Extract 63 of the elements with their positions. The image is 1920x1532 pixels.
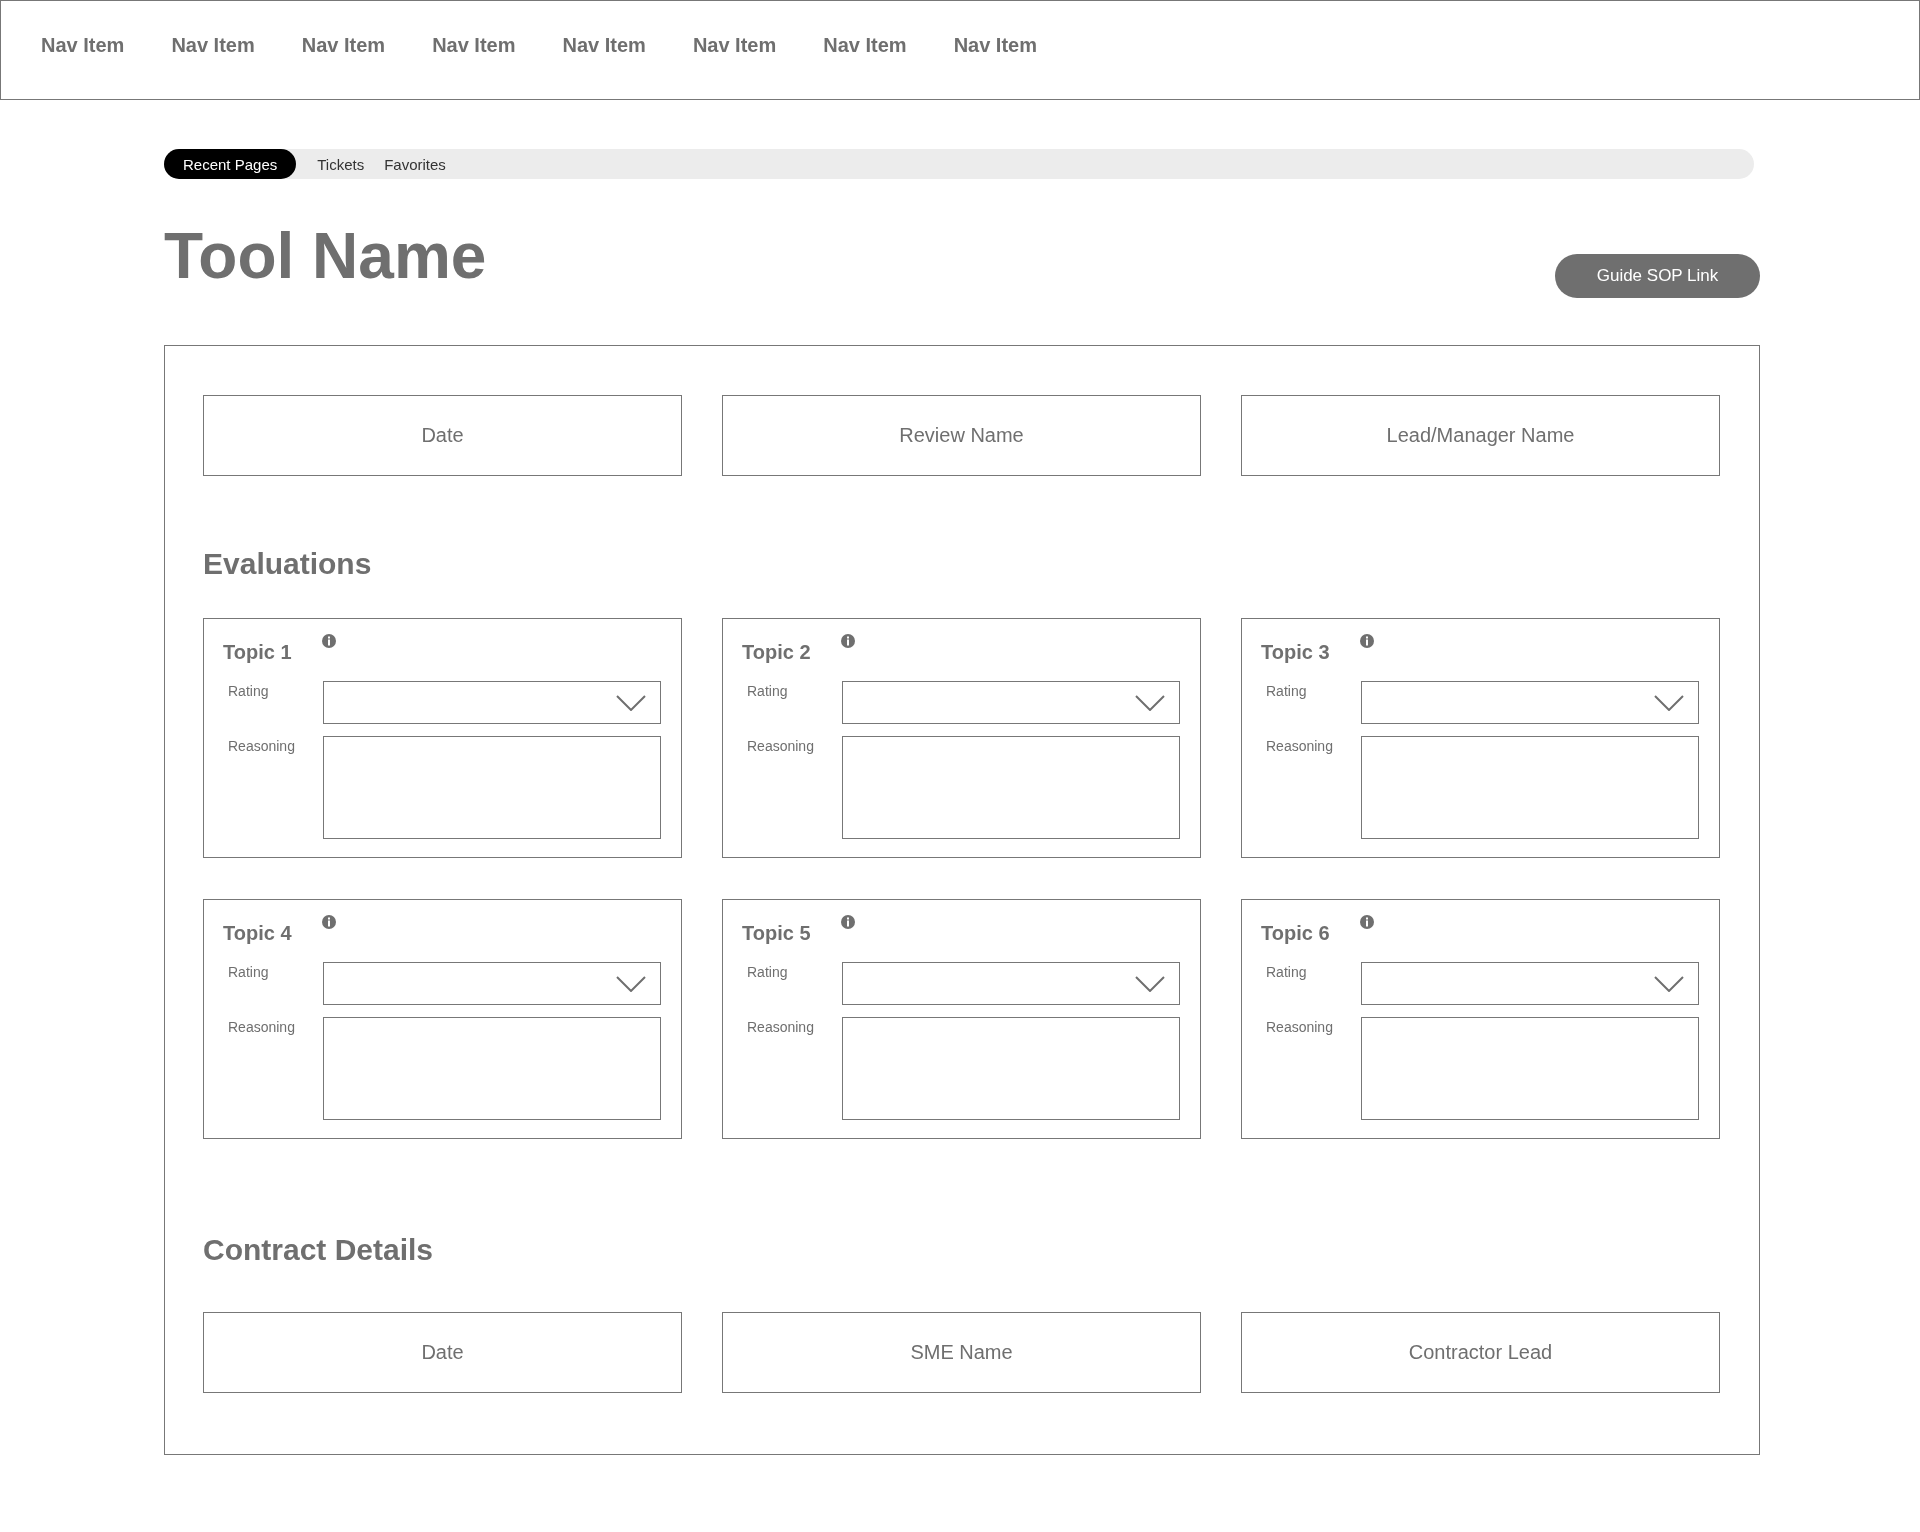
field-label: Rating [1265,682,1308,701]
rating-dropdown[interactable] [1361,681,1699,724]
nav-link[interactable]: Nav Item [692,33,777,57]
input-field[interactable]: Date [203,1312,682,1393]
nav-link[interactable]: Nav Item [41,33,125,57]
info-icon[interactable] [322,634,336,648]
reasoning-field[interactable] [1361,736,1699,839]
field-label: Reasoning [227,1018,296,1037]
reasoning-field[interactable] [323,1017,661,1120]
input-field[interactable]: Contractor Lead [1241,1312,1720,1393]
input-field[interactable]: Date [203,395,682,476]
page-title: Tool Name [164,224,487,288]
input-field[interactable]: Review Name [722,395,1201,476]
reasoning-field[interactable] [842,736,1180,839]
input-field[interactable]: SME Name [722,1312,1201,1393]
nav-link[interactable]: Nav Item [301,33,386,57]
topic-title: Topic 6 [1261,922,1331,945]
field-label: Rating [746,963,789,982]
info-icon[interactable] [1360,634,1374,648]
tab[interactable]: Tickets [307,149,375,179]
topic-title: Topic 2 [742,641,812,664]
info-icon[interactable] [322,915,336,929]
guide-link-button[interactable]: Guide SOP Link [1555,254,1760,298]
field-label: Rating [227,682,270,701]
topic-title: Topic 4 [223,922,293,945]
field-label: Reasoning [227,737,296,756]
info-icon[interactable] [841,634,855,648]
chevron-down-icon [1654,975,1684,992]
nav-link[interactable]: Nav Item [562,33,646,57]
tab[interactable]: Favorites [374,149,456,179]
rating-dropdown[interactable] [842,681,1180,724]
chevron-down-icon [1135,694,1165,711]
section-heading: Contract Details [203,1235,435,1265]
rating-dropdown[interactable] [842,962,1180,1005]
field-label: Reasoning [1265,737,1334,756]
field-label: Rating [227,963,270,982]
section-heading: Evaluations [203,549,373,579]
input-field[interactable]: Lead/Manager Name [1241,395,1720,476]
topic-title: Topic 3 [1261,641,1331,664]
chevron-down-icon [1654,694,1684,711]
chevron-down-icon [616,975,646,992]
field-label: Rating [1265,963,1308,982]
chevron-down-icon [1135,975,1165,992]
tab[interactable]: Recent Pages [164,149,297,179]
rating-dropdown[interactable] [323,962,661,1005]
rating-dropdown[interactable] [323,681,661,724]
info-icon[interactable] [841,915,855,929]
nav-link[interactable]: Nav Item [823,33,907,57]
nav-link[interactable]: Nav Item [953,33,1037,57]
rating-dropdown[interactable] [1361,962,1699,1005]
field-label: Reasoning [746,1018,815,1037]
nav-link[interactable]: Nav Item [432,33,516,57]
reasoning-field[interactable] [1361,1017,1699,1120]
field-label: Reasoning [746,737,815,756]
nav-link[interactable]: Nav Item [171,33,255,57]
topic-title: Topic 1 [223,641,293,664]
field-label: Reasoning [1265,1018,1334,1037]
info-icon[interactable] [1360,915,1374,929]
topic-title: Topic 5 [742,922,812,945]
reasoning-field[interactable] [323,736,661,839]
reasoning-field[interactable] [842,1017,1180,1120]
chevron-down-icon [616,694,646,711]
field-label: Rating [746,682,789,701]
